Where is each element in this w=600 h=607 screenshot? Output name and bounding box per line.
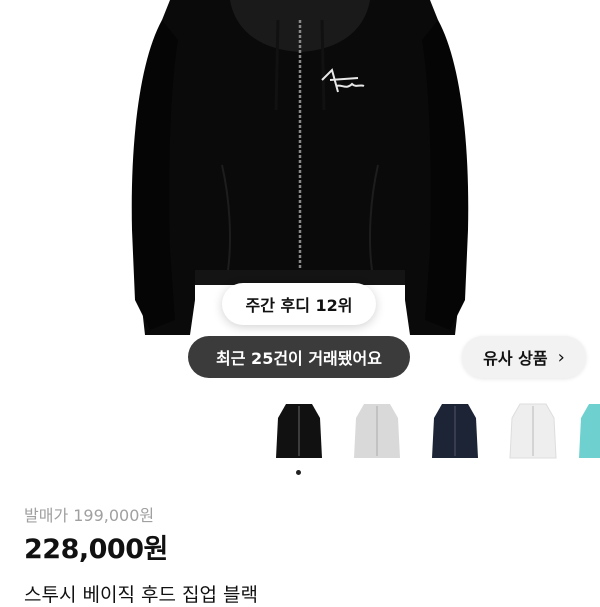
carousel-indicator	[296, 470, 301, 475]
similar-products-button[interactable]: 유사 상품 ›	[462, 336, 586, 378]
weekly-rank-badge: 주간 후디 12위	[222, 283, 376, 325]
original-price: 발매가 199,000원	[24, 506, 155, 525]
thumbnail-white[interactable]	[506, 398, 560, 464]
thumbnail-ash-grey[interactable]	[350, 398, 404, 464]
thumbnail-teal[interactable]	[575, 398, 600, 464]
hoodie-image	[131, 0, 469, 335]
price: 228,000원	[24, 534, 168, 565]
recent-trades-badge: 최근 25건이 거래됐어요	[188, 336, 410, 378]
product-title: 스투시 베이직 후드 집업 블랙	[24, 584, 258, 606]
thumbnail-black[interactable]	[272, 398, 326, 464]
thumbnail-navy[interactable]	[428, 398, 482, 464]
color-thumbnails	[0, 398, 600, 468]
product-image[interactable]: 주간 후디 12위 최근 25건이 거래됐어요 유사 상품 ›	[0, 0, 600, 388]
chevron-right-icon: ›	[557, 346, 565, 368]
similar-products-label: 유사 상품	[483, 349, 548, 368]
